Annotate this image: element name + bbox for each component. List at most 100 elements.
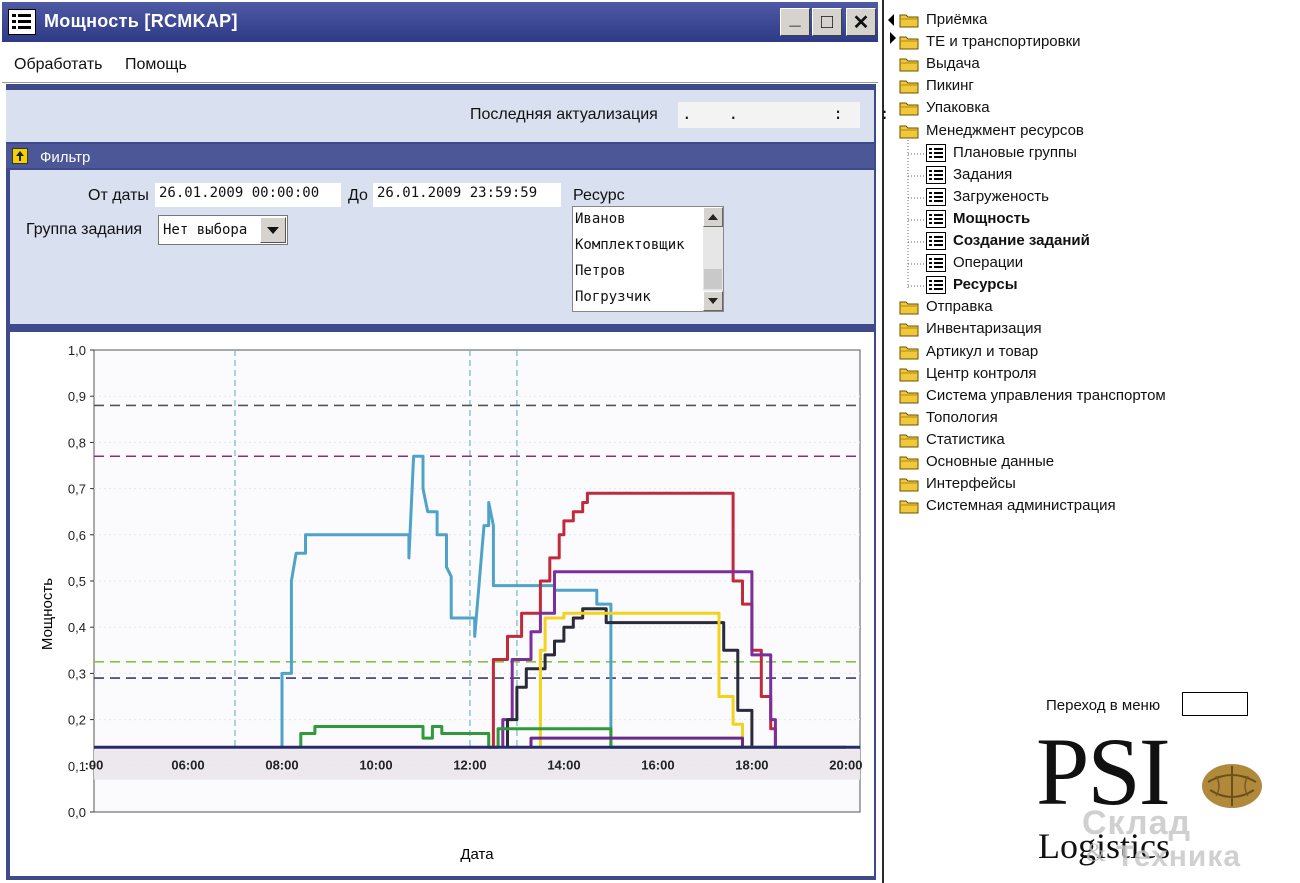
scroll-down-button[interactable]	[703, 291, 723, 311]
resource-item[interactable]: Погрузчик	[575, 289, 651, 305]
tree-item-label: Интерфейсы	[926, 475, 1016, 493]
y-tick-label: 0,6	[68, 528, 86, 543]
folder-icon	[899, 80, 919, 94]
y-tick-label: 1,0	[68, 343, 86, 358]
y-tick-label: 0,3	[68, 666, 86, 681]
folder-icon	[899, 58, 919, 72]
folder-icon	[899, 301, 919, 315]
resource-item[interactable]: Петров	[575, 263, 626, 279]
tree-item[interactable]: Отправка	[886, 297, 1286, 317]
tree-item-label: Плановые группы	[953, 143, 1077, 161]
tree-item-label: Ресурсы	[953, 276, 1018, 294]
tree-item-label: Системная администрация	[926, 497, 1116, 515]
goto-menu-input[interactable]	[1182, 692, 1248, 716]
y-tick-label: 0,0	[68, 805, 86, 820]
tree-item[interactable]: Операции	[886, 253, 1286, 273]
navigation-tree: Приёмка ТЕ и транспортировки Выдача Пикинг У…	[886, 0, 1300, 883]
y-axis-label: Мощность	[39, 578, 56, 650]
capacity-chart-panel: 0,0 0,1 0,2 0,3 0,4 0,5 0,6 0,7 0,8 0,9 1,0 06:00 08…	[10, 332, 874, 876]
task-group-value: Нет выбора	[163, 222, 248, 238]
tree-item[interactable]: Загруженость	[886, 187, 1286, 207]
folder-icon	[899, 346, 919, 359]
folder-icon	[899, 323, 919, 337]
scroll-thumb[interactable]	[704, 269, 722, 289]
tree-item[interactable]: Инвентаризация	[886, 319, 1286, 339]
tree-item-label: Пикинг	[926, 77, 974, 95]
minimize-button[interactable]: _	[780, 7, 810, 36]
folder-icon	[899, 102, 919, 116]
tree-item[interactable]: Приёмка	[886, 10, 1286, 30]
folder-icon	[899, 456, 919, 470]
tree-item-label: Загруженость	[953, 187, 1049, 205]
title-bar[interactable]: Мощность [RCMKAP] _ □ ✕	[2, 2, 878, 42]
task-group-select[interactable]: Нет выбора	[158, 215, 288, 245]
tree-item[interactable]: Основные данные	[886, 452, 1286, 472]
maximize-button[interactable]: □	[812, 8, 842, 36]
tree-item[interactable]: Артикул и товар	[886, 342, 1286, 362]
resource-item[interactable]: Комплектовщик	[575, 237, 685, 253]
y-tick-label: 0,9	[68, 389, 86, 404]
resource-list[interactable]: Иванов Комплектовщик Петров Погрузчик	[572, 206, 724, 312]
x-tick-label-edge: :00	[85, 757, 104, 772]
tree-item[interactable]: Плановые группы	[886, 143, 1286, 163]
tree-item[interactable]: Выдача	[886, 54, 1286, 74]
tree-item-label: Инвентаризация	[926, 320, 1042, 338]
from-date-input[interactable]: 26.01.2009 00:00:00	[155, 183, 341, 207]
tree-item[interactable]: Мощность	[886, 209, 1286, 229]
tree-item[interactable]: ТЕ и транспортировки	[886, 32, 1286, 52]
scroll-up-button[interactable]	[703, 207, 723, 227]
resource-scrollbar[interactable]	[703, 207, 723, 311]
window-title: Мощность [RCMKAP]	[44, 11, 238, 31]
tree-item[interactable]: Создание заданий	[886, 231, 1286, 251]
tree-item[interactable]: Менеджмент ресурсов	[886, 121, 1286, 141]
tree-item[interactable]: Статистика	[886, 430, 1286, 450]
to-date-input[interactable]: 26.01.2009 23:59:59	[373, 183, 561, 207]
task-group-label: Группа задания	[26, 221, 143, 238]
status-panel: Последняя актуализация . . : :	[6, 90, 889, 142]
document-list-icon	[926, 276, 946, 295]
y-tick-label: 0,5	[68, 574, 86, 589]
filter-header[interactable]: Фильтр	[6, 144, 874, 168]
folder-icon	[899, 368, 919, 382]
tree-item[interactable]: Системная администрация	[886, 496, 1286, 516]
tree-item[interactable]: Ресурсы	[886, 275, 1286, 295]
collapse-arrow-icon[interactable]	[12, 148, 28, 164]
tree-item-label: Основные данные	[926, 453, 1055, 470]
tree-item[interactable]: Задания	[886, 165, 1286, 185]
capacity-chart: 0,0 0,1 0,2 0,3 0,4 0,5 0,6 0,7 0,8 0,9 1,0 06:00 08…	[39, 343, 863, 863]
tree-item[interactable]: Интерфейсы	[886, 474, 1286, 494]
watermark-line1: Склад	[1082, 804, 1192, 842]
chevron-down-icon	[708, 298, 718, 304]
folder-icon	[899, 434, 919, 448]
tree-item[interactable]: Топология	[886, 408, 1286, 428]
resource-label: Ресурс	[573, 187, 625, 204]
walnut-icon	[1202, 764, 1262, 808]
tree-item-label: Упаковка	[926, 99, 990, 117]
folder-icon	[899, 412, 919, 426]
filter-title: Фильтр	[40, 149, 91, 166]
tree-item-label: Менеджмент ресурсов	[926, 121, 1084, 139]
app-list-icon[interactable]	[8, 9, 36, 35]
watermark-line2: Техника	[1116, 840, 1242, 873]
tree-item-label: Операции	[953, 254, 1024, 272]
tree-item[interactable]: Пикинг	[886, 76, 1286, 96]
x-tick-label: 20:00	[829, 757, 862, 772]
tree-item[interactable]: Упаковка	[886, 98, 1286, 118]
tree-item[interactable]: Центр контроля	[886, 364, 1286, 384]
tree-item[interactable]: Система управления транспортом	[886, 386, 1286, 406]
resource-item[interactable]: Иванов	[575, 211, 626, 227]
menu-item-help[interactable]: Помощь	[125, 56, 187, 74]
close-button[interactable]: ✕	[846, 8, 876, 36]
dropdown-button[interactable]	[260, 217, 286, 243]
document-list-icon	[926, 165, 946, 184]
from-date-label: От даты	[88, 187, 149, 204]
document-list-icon	[926, 254, 946, 273]
folder-icon	[899, 14, 919, 28]
x-tick-label: 10:00	[359, 757, 392, 772]
menu-item-process[interactable]: Обработать	[14, 56, 102, 74]
y-tick-label: 0,1	[68, 759, 86, 774]
close-icon: ✕	[852, 11, 870, 34]
chevron-up-icon	[708, 214, 718, 220]
x-tick-label: 16:00	[641, 757, 674, 772]
to-date-label: До	[348, 187, 368, 204]
